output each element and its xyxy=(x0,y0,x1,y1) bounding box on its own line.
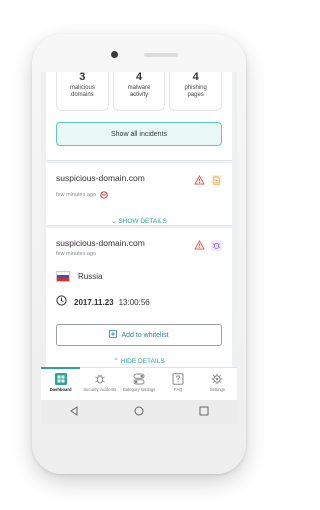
stat-malicious-domains[interactable]: 3 malicious domains xyxy=(56,72,109,111)
stat-count: 4 xyxy=(192,72,199,83)
warning-icon xyxy=(194,175,205,186)
incident-country: Russia xyxy=(56,271,222,282)
chevron-down-icon: ⌄ xyxy=(111,218,117,225)
incident-time: few minutes ago xyxy=(56,251,97,257)
nav-security-incidents[interactable]: Security incidents xyxy=(80,368,119,400)
chevron-up-icon: ⌃ xyxy=(113,358,119,365)
nav-label: Settings xyxy=(209,387,225,392)
stat-label-line1: malware xyxy=(127,85,151,91)
incident-clock-time: 13:00:56 xyxy=(118,297,150,307)
nav-faq[interactable]: FAQ xyxy=(159,368,198,400)
stats-row: 3 malicious domains 4 malware activity 4… xyxy=(56,72,223,111)
stat-label-line1: malicious xyxy=(69,85,95,91)
back-icon[interactable] xyxy=(69,403,79,421)
dashboard-icon xyxy=(54,372,67,385)
nav-label: Category settings xyxy=(122,387,156,392)
toggle-icon xyxy=(133,372,145,385)
gear-icon xyxy=(211,372,223,385)
stat-malware-activity[interactable]: 4 malware activity xyxy=(112,72,166,111)
incident-card[interactable]: suspicious-domain.com few minutes ago ⌄ … xyxy=(46,163,232,226)
bug-icon xyxy=(94,372,106,384)
add-square-icon xyxy=(109,330,118,340)
nav-label: Dashboard xyxy=(49,387,72,392)
nav-category-settings[interactable]: Category settings xyxy=(119,368,158,400)
show-all-incidents-button[interactable]: Show all incidents xyxy=(56,122,222,146)
phishing-page-icon xyxy=(211,175,222,186)
earpiece-speaker xyxy=(144,53,178,57)
incident-date: 2017.11.23 xyxy=(74,297,114,307)
nav-dashboard[interactable]: Dashboard xyxy=(41,367,81,400)
hide-details-toggle[interactable]: ⌃ HIDE DETAILS xyxy=(41,357,237,365)
country-name: Russia xyxy=(78,272,103,281)
stat-phishing-pages[interactable]: 4 phishing pages xyxy=(169,72,223,111)
android-navigation-bar xyxy=(41,400,237,424)
recent-apps-icon[interactable] xyxy=(199,403,209,421)
home-icon[interactable] xyxy=(134,403,144,421)
blocked-icon xyxy=(100,186,108,204)
clock-icon xyxy=(56,293,67,311)
stats-card: 3 malicious domains 4 malware activity 4… xyxy=(46,72,232,161)
warning-icon xyxy=(194,240,205,251)
bottom-navigation: Dashboard Security incidents Category se… xyxy=(41,367,237,400)
front-camera xyxy=(111,51,118,58)
stat-label-line1: phishing xyxy=(184,85,207,91)
stat-label-line2: activity xyxy=(129,92,149,98)
incident-datetime: 2017.11.23 13:00:56 xyxy=(56,293,222,311)
russia-flag-icon xyxy=(56,271,70,282)
add-to-whitelist-button[interactable]: Add to whitelist xyxy=(56,324,222,346)
incident-time: few minutes ago xyxy=(56,192,97,198)
malware-icon xyxy=(211,240,222,251)
nav-label: FAQ xyxy=(174,387,183,392)
stat-count: 4 xyxy=(135,72,143,83)
show-details-toggle[interactable]: ⌄ SHOW DETAILS xyxy=(56,217,222,225)
incident-card-expanded[interactable]: suspicious-domain.com few minutes ago Ru… xyxy=(46,228,232,369)
question-icon xyxy=(172,372,184,385)
stat-label-line2: domains xyxy=(70,92,94,98)
nav-settings[interactable]: Settings xyxy=(198,368,237,400)
stat-label-line2: pages xyxy=(187,92,204,98)
app-screen: 3 malicious domains 4 malware activity 4… xyxy=(41,72,237,400)
stat-count: 3 xyxy=(79,72,86,83)
nav-label: Security incidents xyxy=(83,387,117,392)
